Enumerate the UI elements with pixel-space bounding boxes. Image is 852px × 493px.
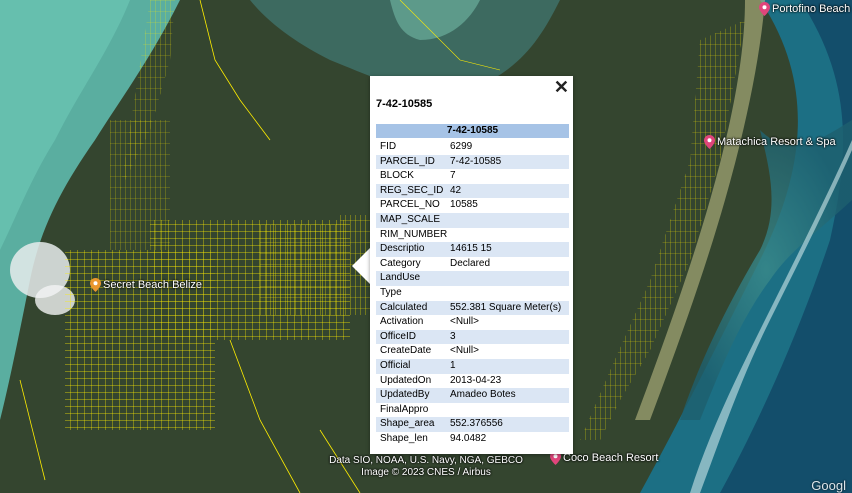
attribute-value: 10585: [450, 199, 478, 211]
place-matachica[interactable]: Matachica Resort & Spa: [704, 135, 836, 149]
attribute-key: UpdatedOn: [380, 374, 432, 386]
attribute-value: <Null>: [450, 345, 479, 357]
attribute-key: Descriptio: [380, 243, 425, 255]
attribute-key: RIM_NUMBER: [380, 228, 448, 240]
attribute-value: Amadeo Botes: [450, 389, 516, 401]
attribute-value: [450, 286, 569, 301]
attribute-value: 552.376556: [450, 418, 503, 430]
attribute-value: [450, 403, 569, 418]
attribute-row: CreateDate <Null>: [376, 344, 569, 359]
attribute-key: Activation: [380, 316, 424, 328]
attribute-key: Calculated: [380, 301, 428, 313]
attribute-key: Shape_area: [380, 418, 435, 430]
attribute-row: PARCEL_NO 10585: [376, 198, 569, 213]
attribute-table: FID 6299 PARCEL_ID 7-42-10585 BLOCK 7 REG_SEC_…: [376, 140, 569, 446]
map-attribution-line1: Data SIO, NOAA, U.S. Navy, NGA, GEBCO: [329, 455, 523, 466]
google-logo: Googl: [811, 478, 846, 493]
attribute-value: [450, 213, 569, 228]
attribute-row: RIM_NUMBER: [376, 228, 569, 243]
popup-title: 7-42-10585: [376, 98, 433, 110]
place-label: Secret Beach Belize: [103, 279, 203, 291]
attribute-row: Category Declared: [376, 257, 569, 272]
attribute-row: UpdatedBy Amadeo Botes: [376, 388, 569, 403]
attribute-row: FinalAppro: [376, 403, 569, 418]
attribute-row: FID 6299: [376, 140, 569, 155]
place-secret-beach[interactable]: Secret Beach Belize: [90, 278, 202, 292]
attribute-value: 14615 15: [450, 243, 492, 255]
attribute-row: Shape_len 94.0482: [376, 432, 569, 447]
attribute-value: [450, 228, 569, 243]
attribute-row: REG_SEC_ID 42: [376, 183, 569, 199]
attribute-row: LandUse: [376, 271, 569, 286]
attribute-row: MAP_SCALE: [376, 212, 569, 228]
popup-pointer: [352, 248, 370, 284]
attribute-value: 7-42-10585: [450, 155, 502, 167]
attribute-row: BLOCK 7: [376, 169, 569, 184]
attribute-value: 42: [450, 184, 462, 196]
place-label: Portofino Beach: [772, 3, 851, 15]
attribute-key: Shape_len: [380, 432, 428, 444]
attribute-key: OfficeID: [380, 330, 416, 342]
place-label: Matachica Resort & Spa: [717, 136, 836, 148]
map-pin-icon: [704, 135, 715, 149]
attribute-row: Descriptio 14615 15: [376, 242, 569, 257]
attribute-key: MAP_SCALE: [380, 213, 441, 225]
attribute-value: 6299: [450, 141, 473, 152]
attribute-value: 7: [450, 170, 456, 182]
attribute-key: REG_SEC_ID: [380, 184, 444, 196]
attribute-row: Official 1: [376, 358, 569, 374]
map-pin-icon: [759, 2, 770, 16]
attribute-value: 94.0482: [450, 432, 487, 444]
attribute-value: Declared: [450, 257, 491, 269]
attribute-row: Shape_area 552.376556: [376, 417, 569, 432]
attribute-row: OfficeID 3: [376, 329, 569, 345]
attribute-key: FinalAppro: [380, 403, 429, 415]
attribute-value: 1: [450, 359, 456, 371]
attribute-key: BLOCK: [380, 170, 414, 182]
attribute-row: Calculated 552.381 Square Meter(s): [376, 300, 569, 316]
map-attribution-line2: Image © 2023 CNES / Airbus: [361, 467, 491, 478]
attribute-key: Official: [380, 359, 411, 371]
popup-table-header: 7-42-10585: [376, 124, 569, 138]
map-pin-icon: [90, 278, 101, 292]
attribute-value: 3: [450, 330, 456, 342]
attribute-row: Activation <Null>: [376, 315, 569, 330]
attribute-key: FID: [380, 141, 397, 152]
attribute-row: Type: [376, 286, 569, 301]
attribute-key: PARCEL_NO: [380, 199, 440, 211]
attribute-value: [450, 271, 569, 286]
attribute-row: UpdatedOn 2013-04-23: [376, 374, 569, 389]
place-portofino[interactable]: Portofino Beach: [759, 2, 850, 16]
attribute-key: UpdatedBy: [380, 389, 430, 401]
attribute-value: 2013-04-23: [450, 374, 502, 386]
attribute-value: <Null>: [450, 316, 479, 328]
attribute-value: 552.381 Square Meter(s): [450, 301, 562, 313]
feature-popup: ✕ 7-42-10585 7-42-10585 FID 6299 PARCEL_ID…: [370, 76, 573, 454]
attribute-key: CreateDate: [380, 345, 432, 357]
attribute-key: Category: [380, 257, 421, 269]
attribute-row: PARCEL_ID 7-42-10585: [376, 154, 569, 170]
attribute-key: LandUse: [380, 272, 421, 284]
attribute-key: Type: [380, 286, 402, 298]
attribute-key: PARCEL_ID: [380, 155, 435, 167]
close-icon[interactable]: ✕: [554, 78, 569, 96]
